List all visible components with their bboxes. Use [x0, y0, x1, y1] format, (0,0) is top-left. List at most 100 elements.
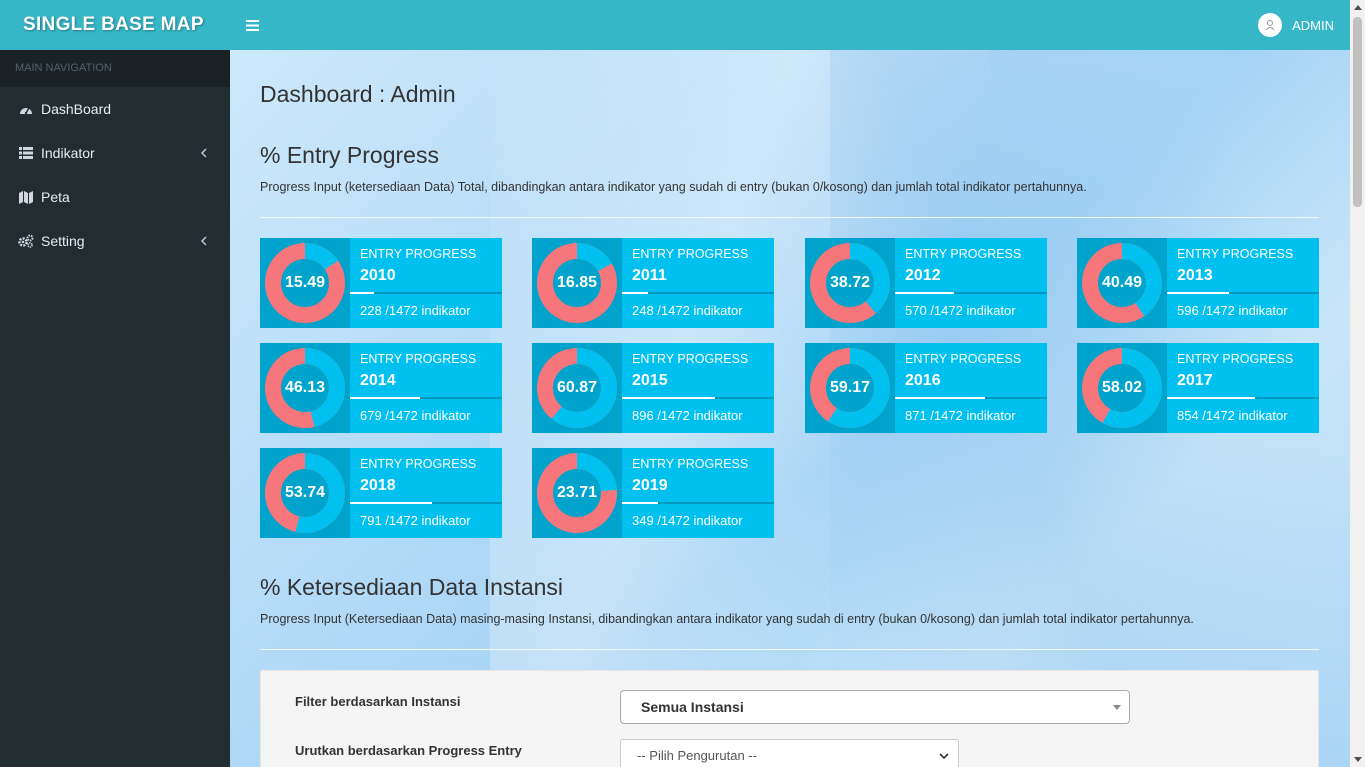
- donut-percent-value: 46.13: [284, 379, 326, 396]
- card-indicator-count: 871 /1472 indikator: [905, 408, 1016, 423]
- scroll-thumb[interactable]: [1353, 17, 1362, 207]
- instansi-select-value: Semua Instansi: [641, 699, 744, 715]
- user-menu[interactable]: ADMIN: [1258, 13, 1350, 37]
- donut-percent-value: 23.71: [556, 484, 598, 501]
- card-year: 2018: [360, 477, 396, 494]
- sidebar-item-label: Setting: [41, 233, 85, 249]
- filter-panel: Filter berdasarkan Instansi Semua Instan…: [260, 670, 1319, 767]
- progress-bar-fill: [622, 502, 659, 504]
- card-indicator-count: 854 /1472 indikator: [1177, 408, 1288, 423]
- progress-bar: [622, 397, 774, 399]
- sidebar-item-peta[interactable]: Peta: [0, 175, 230, 219]
- donut-chart: 60.87: [532, 343, 622, 433]
- dashboard-icon: [18, 101, 34, 117]
- sort-select[interactable]: -- Pilih Pengurutan --: [620, 739, 959, 767]
- donut-percent-value: 38.72: [829, 274, 871, 291]
- card-label: ENTRY PROGRESS: [632, 247, 749, 261]
- sidebar-item-indikator[interactable]: Indikator: [0, 131, 230, 175]
- sidebar-item-label: DashBoard: [41, 101, 112, 117]
- card-label: ENTRY PROGRESS: [905, 247, 1022, 261]
- progress-bar: [622, 502, 774, 504]
- card-indicator-count: 228 /1472 indikator: [360, 303, 471, 318]
- progress-bar-fill: [622, 397, 715, 399]
- entry-progress-card: 58.02 ENTRY PROGRESS 2017 854 /1472 indikat…: [1077, 343, 1319, 433]
- page-scrollbar[interactable]: [1350, 0, 1365, 767]
- donut-chart: 15.49: [260, 238, 350, 328]
- gears-icon: [18, 233, 34, 249]
- card-indicator-count: 791 /1472 indikator: [360, 513, 471, 528]
- donut-chart: 53.74: [260, 448, 350, 538]
- progress-bar-fill: [895, 292, 954, 294]
- card-year: 2012: [905, 267, 941, 284]
- progress-bar: [350, 292, 502, 294]
- entry-progress-card: 53.74 ENTRY PROGRESS 2018 791 /1472 indikat…: [260, 448, 502, 538]
- donut-percent-value: 53.74: [284, 484, 326, 501]
- donut-chart: 40.49: [1077, 238, 1167, 328]
- card-indicator-count: 896 /1472 indikator: [632, 408, 743, 423]
- scroll-up-button[interactable]: [1350, 0, 1365, 15]
- progress-bar-fill: [622, 292, 648, 294]
- sort-select-value: -- Pilih Pengurutan --: [637, 748, 757, 763]
- card-label: ENTRY PROGRESS: [632, 457, 749, 471]
- nav-section-header: MAIN NAVIGATION: [0, 50, 230, 87]
- donut-percent-value: 16.85: [556, 274, 598, 291]
- entry-progress-card: 38.72 ENTRY PROGRESS 2012 570 /1472 indikat…: [805, 238, 1047, 328]
- donut-chart: 46.13: [260, 343, 350, 433]
- entry-progress-description: Progress Input (ketersediaan Data) Total…: [260, 180, 1087, 194]
- progress-bar: [350, 397, 502, 399]
- card-year: 2019: [632, 477, 668, 494]
- card-indicator-count: 596 /1472 indikator: [1177, 303, 1288, 318]
- card-label: ENTRY PROGRESS: [632, 352, 749, 366]
- caret-down-icon: [1113, 705, 1121, 710]
- card-year: 2016: [905, 372, 941, 389]
- entry-progress-card: 46.13 ENTRY PROGRESS 2014 679 /1472 indikat…: [260, 343, 502, 433]
- chevron-left-icon: [200, 236, 207, 246]
- progress-bar-fill: [350, 502, 432, 504]
- card-label: ENTRY PROGRESS: [360, 457, 477, 471]
- chevron-left-icon: [200, 148, 207, 158]
- table-list-icon: [18, 145, 34, 161]
- card-label: ENTRY PROGRESS: [1177, 247, 1294, 261]
- sidebar: MAIN NAVIGATION DashBoard Indikator Peta…: [0, 50, 230, 767]
- progress-bar: [895, 292, 1047, 294]
- divider: [260, 649, 1319, 650]
- instansi-section-description: Progress Input (Ketersediaan Data) masin…: [260, 612, 1194, 626]
- sidebar-item-setting[interactable]: Setting: [0, 219, 230, 263]
- instansi-select[interactable]: Semua Instansi: [620, 690, 1130, 724]
- card-indicator-count: 679 /1472 indikator: [360, 408, 471, 423]
- progress-bar-fill: [895, 397, 985, 399]
- progress-bar-fill: [1167, 292, 1229, 294]
- donut-chart: 59.17: [805, 343, 895, 433]
- card-label: ENTRY PROGRESS: [1177, 352, 1294, 366]
- donut-chart: 58.02: [1077, 343, 1167, 433]
- card-label: ENTRY PROGRESS: [360, 352, 477, 366]
- page-title: Dashboard : Admin: [260, 81, 456, 107]
- card-year: 2015: [632, 372, 668, 389]
- donut-percent-value: 40.49: [1101, 274, 1143, 291]
- donut-chart: 38.72: [805, 238, 895, 328]
- entry-progress-card: 60.87 ENTRY PROGRESS 2015 896 /1472 indikat…: [532, 343, 774, 433]
- entry-progress-card: 15.49 ENTRY PROGRESS 2010 228 /1472 indikat…: [260, 238, 502, 328]
- entry-progress-card: 23.71 ENTRY PROGRESS 2019 349 /1472 indikat…: [532, 448, 774, 538]
- sidebar-toggle-button[interactable]: [230, 0, 274, 50]
- progress-bar: [1167, 397, 1319, 399]
- arrow-down-icon: [1353, 757, 1362, 762]
- brand-logo[interactable]: SINGLE BASE MAP: [0, 0, 230, 50]
- sidebar-item-dashboard[interactable]: DashBoard: [0, 87, 230, 131]
- card-year: 2010: [360, 267, 396, 284]
- donut-percent-value: 58.02: [1101, 379, 1143, 396]
- scroll-down-button[interactable]: [1350, 752, 1365, 767]
- divider: [260, 217, 1319, 218]
- card-year: 2017: [1177, 372, 1213, 389]
- instansi-section-title: % Ketersediaan Data Instansi: [260, 574, 564, 600]
- entry-progress-title: % Entry Progress: [260, 142, 439, 168]
- progress-bar: [1167, 292, 1319, 294]
- card-label: ENTRY PROGRESS: [360, 247, 477, 261]
- top-header: SINGLE BASE MAP ADMIN: [0, 0, 1350, 50]
- user-name: ADMIN: [1292, 17, 1334, 33]
- progress-bar-fill: [350, 292, 374, 294]
- card-indicator-count: 349 /1472 indikator: [632, 513, 743, 528]
- hamburger-icon: [245, 19, 259, 31]
- progress-bar: [350, 502, 502, 504]
- progress-bar-fill: [1167, 397, 1256, 399]
